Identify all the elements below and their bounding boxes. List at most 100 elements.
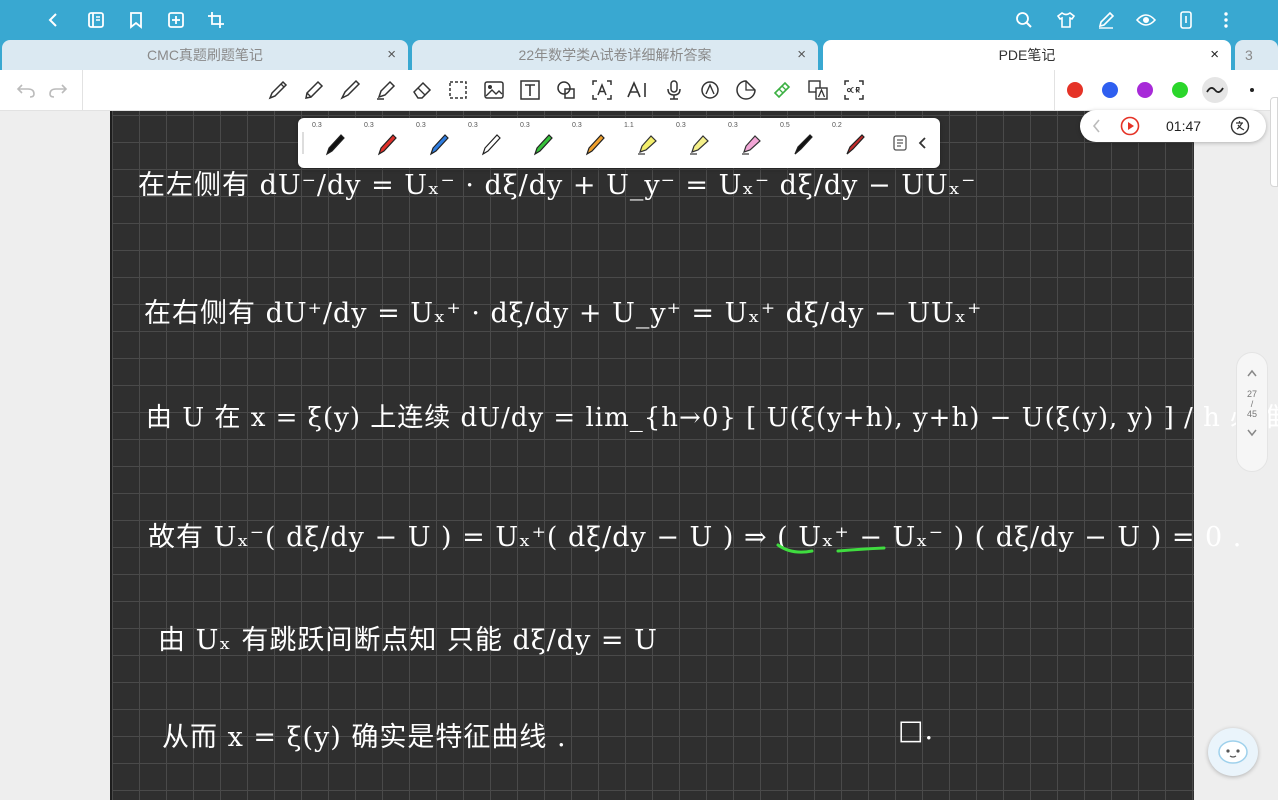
current-page-number: 27	[1246, 389, 1257, 399]
tab-label: PDE笔记	[998, 47, 1056, 63]
total-page-number: 45	[1246, 409, 1257, 419]
brush-pen-icon[interactable]	[338, 78, 362, 102]
brush-preset-2[interactable]: 0.2	[832, 122, 876, 164]
add-page-icon[interactable]	[164, 8, 188, 32]
pen-width-label: 0.3	[572, 122, 582, 129]
pen-presets-panel: 0.3 0.3 0.3 0.3 0.3 0.3 1.1 0.3 0.3 0.5 …	[298, 118, 940, 168]
pen-preset-4[interactable]: 0.3	[468, 122, 512, 164]
text-recognition-icon[interactable]	[590, 78, 614, 102]
close-icon[interactable]: ×	[797, 46, 806, 63]
page-separator: /	[1250, 399, 1254, 409]
pen-preset-1[interactable]: 0.3	[312, 122, 356, 164]
more-vertical-icon[interactable]	[1214, 8, 1238, 32]
pen-list-icon[interactable]	[893, 135, 907, 156]
highlighter-icon[interactable]	[374, 78, 398, 102]
tab-22-math-exam[interactable]: 22年数学类A试卷详细解析答案 ×	[412, 40, 818, 70]
stroke-style-icon[interactable]	[1202, 77, 1228, 103]
document-tabs: CMC真题刷题笔记 × 22年数学类A试卷详细解析答案 × PDE笔记 × 3	[0, 40, 1278, 70]
green-underline-strokes	[776, 543, 886, 554]
sticker-icon[interactable]	[734, 78, 758, 102]
pen-width-label: 0.3	[416, 122, 426, 129]
image-icon[interactable]	[482, 78, 506, 102]
handwriting-ocr-icon[interactable]	[698, 78, 722, 102]
pen-width-label: 0.2	[832, 122, 842, 129]
tab-label: 22年数学类A试卷详细解析答案	[518, 47, 712, 63]
bookmark-icon[interactable]	[124, 8, 148, 32]
handwriting-qed: □.	[898, 715, 935, 746]
brush-preset-1[interactable]: 0.5	[780, 122, 824, 164]
handwriting-line-2: 在右侧有 dU⁺/dy = Uₓ⁺ · dξ/dy + U_y⁺ = Uₓ⁺ d…	[144, 298, 983, 329]
page-navigator: 27 / 45	[1236, 352, 1268, 472]
handwriting-line-5: 由 Uₓ 有跳跃间断点知 只能 dξ/dy = U	[158, 625, 658, 656]
close-icon[interactable]: ×	[1210, 46, 1219, 63]
pen-width-label: 0.3	[312, 122, 322, 129]
divider	[82, 70, 83, 111]
panel-drag-handle[interactable]	[302, 132, 304, 154]
back-icon[interactable]	[42, 8, 66, 32]
handwriting-line-1: 在左侧有 dU⁻/dy = Uₓ⁻ · dξ/dy + U_y⁻ = Uₓ⁻ d…	[138, 170, 977, 201]
pen-preset-3[interactable]: 0.3	[416, 122, 460, 164]
pen-width-label: 0.3	[468, 122, 478, 129]
translate-icon[interactable]	[806, 78, 830, 102]
pen-preset-2[interactable]: 0.3	[364, 122, 408, 164]
eraser-icon[interactable]	[410, 78, 434, 102]
highlighter-preset-2[interactable]: 0.3	[676, 122, 720, 164]
recording-time: 01:47	[1166, 118, 1202, 134]
side-panel-handle[interactable]	[1270, 97, 1278, 187]
handwriting-line-3: 由 U 在 x = ξ(y) 上连续 dU/dy = lim_{h→0} [ U…	[146, 403, 1278, 433]
close-icon[interactable]: ×	[387, 46, 396, 63]
tab-cmc-notes[interactable]: CMC真题刷题笔记 ×	[2, 40, 408, 70]
microphone-icon[interactable]	[662, 78, 686, 102]
drawing-toolbar	[0, 70, 1278, 111]
top-app-bar	[0, 0, 1278, 40]
redo-icon[interactable]	[46, 78, 70, 102]
translate-subtitle-icon[interactable]	[1230, 116, 1250, 141]
color-swatch-purple[interactable]	[1137, 82, 1153, 98]
assistant-bubble-icon[interactable]	[1208, 728, 1258, 776]
crop-icon[interactable]	[204, 8, 228, 32]
tablet-mode-icon[interactable]	[1174, 8, 1198, 32]
theme-shirt-icon[interactable]	[1054, 8, 1078, 32]
previous-chevron-icon[interactable]	[1092, 118, 1102, 139]
color-swatch-red[interactable]	[1067, 82, 1083, 98]
pen-mode-icon[interactable]	[1094, 8, 1118, 32]
text-box-icon[interactable]	[518, 78, 542, 102]
ocr-icon[interactable]	[842, 78, 866, 102]
tab-pde-notes[interactable]: PDE笔记 ×	[823, 40, 1231, 70]
page-up-chevron-icon[interactable]	[1237, 369, 1267, 379]
tab-label: CMC真题刷题笔记	[147, 47, 263, 63]
search-icon[interactable]	[1012, 8, 1036, 32]
note-canvas[interactable]: 在左侧有 dU⁻/dy = Uₓ⁻ · dξ/dy + U_y⁻ = Uₓ⁻ d…	[112, 111, 1278, 800]
pen-width-label: 0.5	[780, 122, 790, 129]
ai-assistant-icon[interactable]	[626, 78, 650, 102]
highlighter-preset-3[interactable]: 0.3	[728, 122, 772, 164]
pen-width-label: 0.3	[728, 122, 738, 129]
divider	[1054, 70, 1055, 111]
record-play-icon[interactable]	[1120, 116, 1140, 141]
pencil-icon[interactable]	[302, 78, 326, 102]
fountain-pen-icon[interactable]	[266, 78, 290, 102]
tab-more[interactable]: 3	[1235, 40, 1278, 70]
pen-preset-5[interactable]: 0.3	[520, 122, 564, 164]
page-down-chevron-icon[interactable]	[1237, 429, 1267, 439]
tab-label: 3	[1245, 47, 1253, 63]
pen-preset-6[interactable]: 0.3	[572, 122, 616, 164]
lasso-select-icon[interactable]	[446, 78, 470, 102]
highlighter-preset-1[interactable]: 1.1	[624, 122, 668, 164]
pen-width-label: 0.3	[364, 122, 374, 129]
color-swatch-green[interactable]	[1172, 82, 1188, 98]
collapse-chevron-icon[interactable]	[918, 136, 928, 155]
eye-icon[interactable]	[1134, 8, 1158, 32]
undo-icon[interactable]	[14, 78, 38, 102]
tape-icon[interactable]	[770, 78, 794, 102]
recording-player: 01:47	[1080, 110, 1266, 142]
handwriting-line-6: 从而 x = ξ(y) 确实是特征曲线 .	[162, 722, 567, 753]
handwriting-line-4: 故有 Uₓ⁻( dξ/dy − U ) = Uₓ⁺( dξ/dy − U ) ⇒…	[148, 522, 1243, 553]
notebook-icon[interactable]	[84, 8, 108, 32]
pen-width-label: 0.3	[676, 122, 686, 129]
color-swatch-blue[interactable]	[1102, 82, 1118, 98]
pen-width-label: 1.1	[624, 122, 634, 129]
shape-icon[interactable]	[554, 78, 578, 102]
stroke-size-dot-icon[interactable]	[1240, 78, 1264, 102]
pen-width-label: 0.3	[520, 122, 530, 129]
